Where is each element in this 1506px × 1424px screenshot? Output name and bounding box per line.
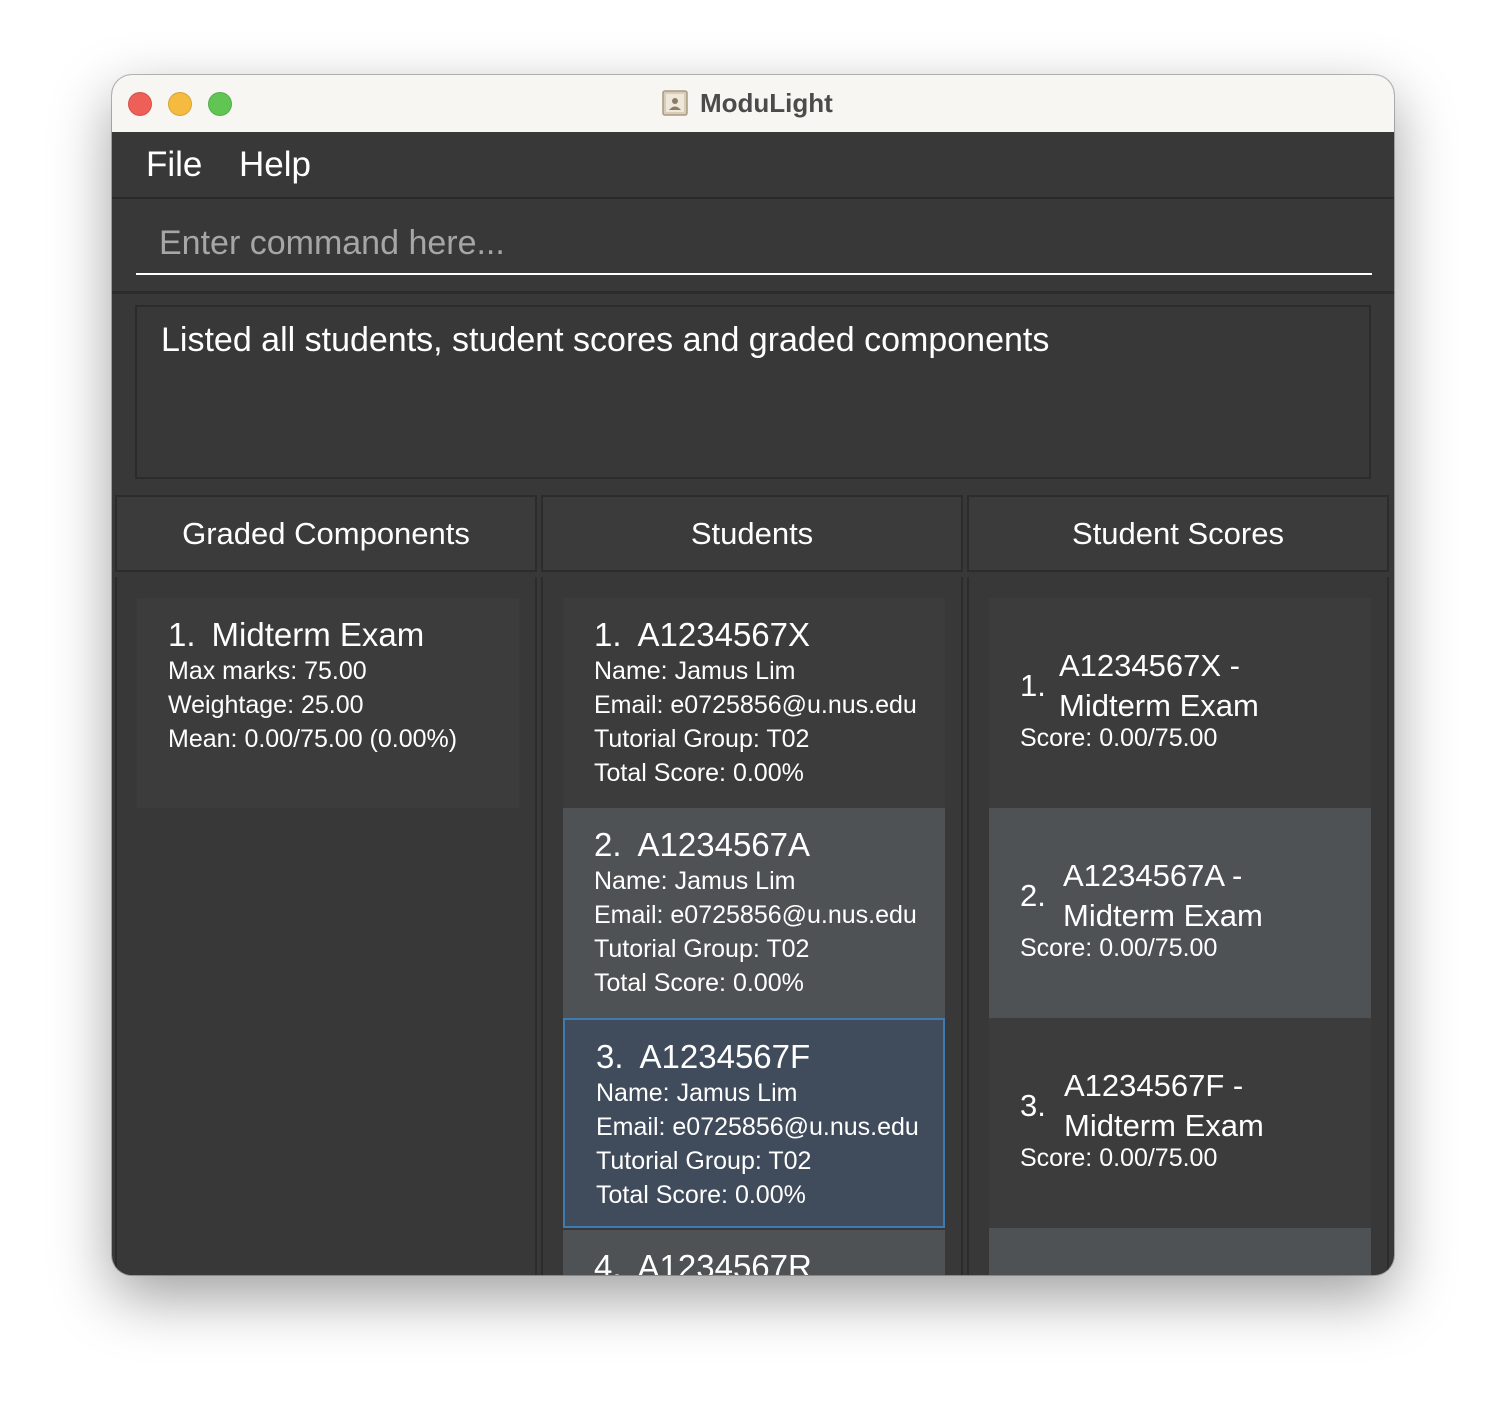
minimize-window-button[interactable] [168,92,192,116]
student-card[interactable]: 2. A1234567A Name: Jamus Lim Email: e0725… [563,808,945,1018]
student-card[interactable]: 4. A1234567R [563,1230,945,1275]
student-total-score: Total Score: 0.00% [596,1181,806,1209]
students-list[interactable]: 1. A1234567X Name: Jamus Lim Email: e0725… [541,577,963,1275]
student-name: Name: Jamus Lim [596,1079,798,1107]
student-card-selected[interactable]: 3. A1234567F Name: Jamus Lim Email: e0725… [563,1018,945,1228]
score-card[interactable]: 2. A1234567A - Midterm Exam Score: 0.00/7… [989,808,1371,1018]
student-id: 3. A1234567F [596,1038,811,1075]
menu-bar: File Help [112,132,1394,199]
student-scores-list[interactable]: 1. A1234567X - Midterm Exam Score: 0.00/7… [967,577,1389,1275]
student-name: Name: Jamus Lim [594,657,796,685]
zoom-window-button[interactable] [208,92,232,116]
component-card[interactable]: 1. Midterm Exam Max marks: 75.00 Weightag… [137,598,519,808]
component-mean: Mean: 0.00/75.00 (0.00%) [168,725,458,753]
student-email: Email: e0725856@u.nus.edu [594,901,917,929]
student-id: 1. A1234567X [594,616,811,653]
students-header: Students [541,495,963,572]
student-email: Email: e0725856@u.nus.edu [596,1113,919,1141]
student-id: 4. A1234567R [594,1248,812,1275]
student-tutorial-group: Tutorial Group: T02 [594,935,810,963]
command-panel [112,199,1394,294]
student-tutorial-group: Tutorial Group: T02 [594,725,810,753]
app-icon [662,90,688,116]
student-name: Name: Jamus Lim [594,867,796,895]
score-value: Score: 0.00/75.00 [1020,724,1218,752]
graded-components-list[interactable]: 1. Midterm Exam Max marks: 75.00 Weightag… [115,577,537,1275]
student-total-score: Total Score: 0.00% [594,969,804,997]
score-value: Score: 0.00/75.00 [1020,1144,1218,1172]
app-window: ModuLight File Help Listed all students,… [112,75,1394,1275]
student-email: Email: e0725856@u.nus.edu [594,691,917,719]
student-total-score: Total Score: 0.00% [594,759,804,787]
score-title: A1234567X - Midterm Exam [1059,648,1259,723]
component-max-marks: Max marks: 75.00 [168,657,367,685]
title-bar: ModuLight [112,75,1394,133]
close-window-button[interactable] [128,92,152,116]
score-value: Score: 0.00/75.00 [1020,934,1218,962]
result-display: Listed all students, student scores and … [135,305,1371,479]
component-title: 1. Midterm Exam [168,616,425,653]
student-id: 2. A1234567A [594,826,811,863]
student-scores-header: Student Scores [967,495,1389,572]
result-text: Listed all students, student scores and … [161,321,1050,359]
student-card[interactable]: 1. A1234567X Name: Jamus Lim Email: e0725… [563,598,945,808]
score-card[interactable] [989,1228,1371,1275]
graded-components-header: Graded Components [115,495,537,572]
menu-help[interactable]: Help [239,145,311,185]
component-weightage: Weightage: 25.00 [168,691,364,719]
score-title: A1234567F - Midterm Exam [1064,1068,1264,1143]
score-index: 1. [1020,668,1046,703]
menu-file[interactable]: File [146,145,202,185]
command-input[interactable] [136,213,1372,275]
window-title-text: ModuLight [700,87,833,118]
student-tutorial-group: Tutorial Group: T02 [596,1147,812,1175]
score-card[interactable]: 3. A1234567F - Midterm Exam Score: 0.00/7… [989,1018,1371,1228]
score-card[interactable]: 1. A1234567X - Midterm Exam Score: 0.00/7… [989,598,1371,808]
score-title: A1234567A - Midterm Exam [1063,858,1263,933]
score-index: 3. [1020,1088,1046,1123]
window-title: ModuLight [662,87,833,119]
score-index: 2. [1020,878,1046,913]
